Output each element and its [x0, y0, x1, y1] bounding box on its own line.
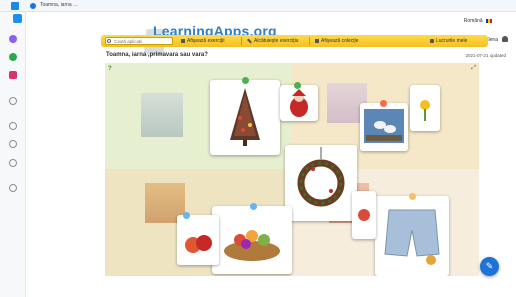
- nav-label: Afişează colecţie: [321, 38, 359, 44]
- fullscreen-icon[interactable]: ⤢: [471, 65, 476, 72]
- apples-card[interactable]: [177, 212, 219, 265]
- storks-card[interactable]: [360, 100, 408, 151]
- pin-icon: [409, 193, 416, 200]
- fruit-basket-icon: [224, 230, 280, 261]
- christmas-tree-icon: [230, 88, 260, 146]
- nav-create-exercise[interactable]: Alcătuiește exercițiu: [247, 38, 298, 44]
- santa-icon: [290, 89, 308, 117]
- shorts-icon: [384, 209, 440, 265]
- apple-icon: [358, 209, 370, 221]
- sidebar-app-icon[interactable]: [13, 14, 22, 23]
- pencil-icon: [247, 38, 252, 44]
- pin-icon: [250, 203, 257, 210]
- messenger-icon[interactable]: [9, 35, 17, 43]
- christmas-tree-card[interactable]: [210, 77, 280, 155]
- edit-fab-button[interactable]: ✎: [480, 257, 499, 276]
- app-title: Toamna, iarna ,primavara sau vara?: [106, 52, 208, 58]
- gear-icon[interactable]: [9, 159, 17, 167]
- browser-sidebar: [0, 12, 26, 297]
- storks-icon: [364, 109, 404, 143]
- nav-show-exercises[interactable]: Afişează exerciţii: [181, 38, 225, 44]
- tab-title[interactable]: Toamna, iarna ...: [40, 2, 77, 8]
- app-date: 2021-07-21 updated: [465, 53, 506, 58]
- winter-photo: [141, 93, 183, 137]
- nav-my-things[interactable]: Lucrurile mele: [430, 38, 467, 44]
- collection-icon: [315, 38, 319, 43]
- pin-icon: [242, 77, 249, 84]
- pin-icon: [294, 82, 301, 89]
- nav-divider: [309, 37, 310, 45]
- shorts-card[interactable]: [375, 193, 449, 276]
- summer-item-card[interactable]: [352, 191, 376, 239]
- apples-icon: [185, 235, 212, 253]
- tab-favicon-icon: [30, 3, 36, 9]
- clock-icon[interactable]: [9, 140, 17, 148]
- romania-flag-icon: [486, 18, 492, 23]
- lightbulb-icon[interactable]: [9, 184, 17, 192]
- search-icon: [107, 39, 111, 43]
- folder-icon: [430, 38, 434, 43]
- main-navbar: Caută aplicații Afişează exerciţii Alcăt…: [101, 35, 488, 47]
- instagram-icon[interactable]: [9, 71, 17, 79]
- fruit-basket-card[interactable]: [212, 203, 292, 274]
- nav-label: Lucrurile mele: [436, 38, 468, 44]
- language-selector[interactable]: Română: [464, 18, 492, 24]
- flower-icon: [420, 100, 430, 121]
- browser-menu-icon[interactable]: [11, 2, 19, 10]
- nav-label: Alcătuiește exercițiu: [254, 38, 299, 44]
- spring-flower-card[interactable]: [410, 85, 440, 131]
- nav-divider: [241, 37, 242, 45]
- pin-icon: [380, 100, 387, 107]
- search-input[interactable]: Caută aplicații: [105, 37, 173, 45]
- nav-label: Afişează exerciţii: [187, 38, 225, 44]
- history-icon[interactable]: [9, 97, 17, 105]
- help-icon[interactable]: ?: [108, 66, 112, 72]
- santa-card[interactable]: [280, 82, 318, 121]
- app-board: ? ⤢: [105, 63, 479, 276]
- browser-tabbar: Toamna, iarna ...: [0, 0, 516, 12]
- heart-icon[interactable]: [9, 122, 17, 130]
- wreath-icon: [297, 147, 345, 207]
- whatsapp-icon[interactable]: [9, 53, 17, 61]
- user-icon[interactable]: [502, 36, 508, 42]
- language-label: Română: [463, 18, 483, 24]
- pin-icon: [183, 212, 190, 219]
- grid-icon: [181, 38, 185, 43]
- nav-show-collection[interactable]: Afişează colecţie: [315, 38, 359, 44]
- christmas-wreath-card[interactable]: [285, 145, 357, 221]
